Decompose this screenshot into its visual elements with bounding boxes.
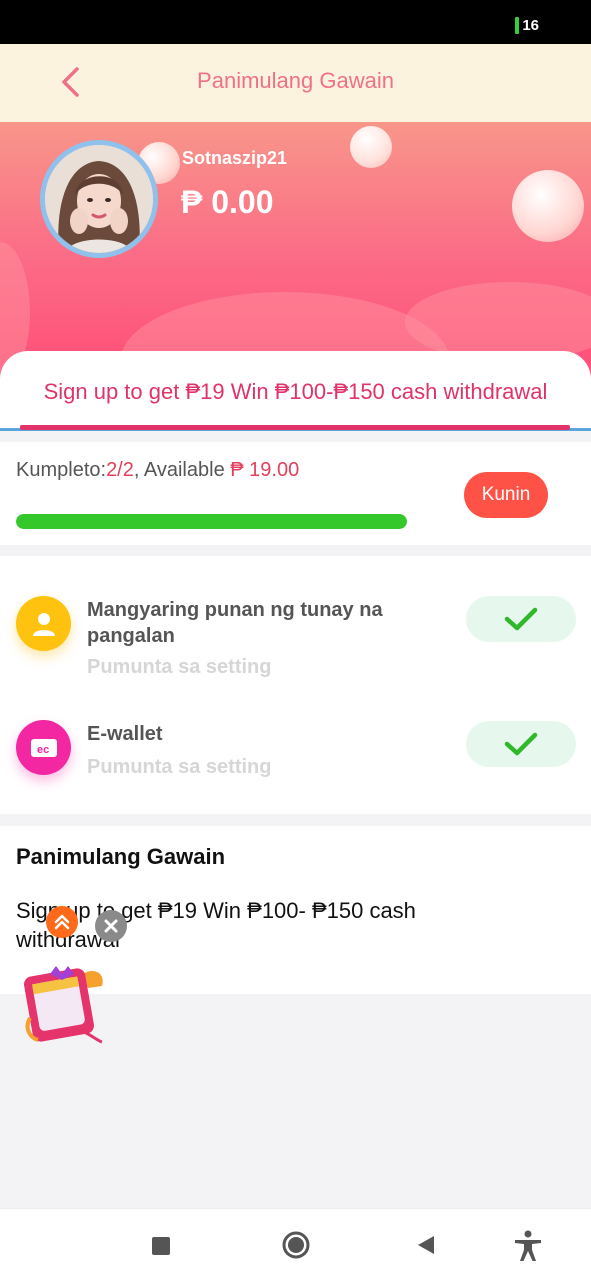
recent-apps-button[interactable] xyxy=(150,1235,172,1257)
battery-indicator: 16 xyxy=(515,17,539,34)
close-floating-button[interactable] xyxy=(95,910,127,942)
tab-bar: Sign up to get ₱19 Win ₱100-₱150 cash wi… xyxy=(0,351,591,431)
scroll-top-button[interactable] xyxy=(46,906,78,938)
claim-button[interactable]: Kunin xyxy=(464,472,548,518)
username: Sotnaszip21 xyxy=(182,148,288,168)
task-subtitle[interactable]: Pumunta sa setting xyxy=(87,756,271,779)
check-icon xyxy=(504,607,538,631)
battery-level: 16 xyxy=(522,17,539,34)
gift-box-icon[interactable] xyxy=(22,958,108,1046)
svg-text:ec: ec xyxy=(37,744,49,756)
task-title: E-wallet xyxy=(87,723,163,745)
square-icon xyxy=(152,1237,170,1255)
wallet-icon: ec xyxy=(16,720,71,775)
status-bar: 16 xyxy=(0,0,591,44)
triangle-left-icon xyxy=(418,1236,434,1254)
battery-icon xyxy=(515,17,520,34)
accessibility-icon xyxy=(515,1230,541,1261)
home-button[interactable] xyxy=(281,1230,311,1260)
task-list: Mangyaring punan ng tunay na pangalan Pu… xyxy=(0,556,591,814)
available-label: , Available xyxy=(133,459,231,481)
avatar-image xyxy=(45,145,153,253)
user-icon xyxy=(16,596,71,651)
system-navigation-bar xyxy=(0,1208,591,1280)
task-title: Mangyaring punan ng tunay na pangalan xyxy=(87,597,383,649)
profile-banner: Sotnaszip21 ₱ 0.00 xyxy=(0,122,591,384)
tab-signup-reward[interactable]: Sign up to get ₱19 Win ₱100-₱150 cash wi… xyxy=(0,379,591,405)
available-amount: ₱ 19.00 xyxy=(230,459,300,481)
progress-bar-fill xyxy=(16,514,407,529)
circle-icon xyxy=(282,1231,310,1259)
task-complete-badge xyxy=(466,596,576,642)
tab-active-indicator xyxy=(20,425,570,430)
decor-bubble xyxy=(350,126,392,168)
avatar[interactable] xyxy=(40,140,158,258)
progress-label: Kumpleto: xyxy=(16,459,107,481)
progress-text: Kumpleto:2/2, Available ₱ 19.00 xyxy=(16,459,299,482)
task-complete-badge xyxy=(466,721,576,767)
double-chevron-up-icon xyxy=(54,914,70,930)
accessibility-button[interactable] xyxy=(512,1229,544,1263)
back-nav-button[interactable] xyxy=(415,1234,437,1256)
close-icon xyxy=(104,919,118,933)
page-title: Panimulang Gawain xyxy=(197,68,394,93)
task-title-line: pangalan xyxy=(87,625,175,647)
check-icon xyxy=(504,732,538,756)
progress-bar xyxy=(16,514,407,529)
progress-count: 2/2 xyxy=(106,459,134,481)
description-title: Panimulang Gawain xyxy=(16,844,226,869)
description-text: Sign up to get ₱19 Win ₱100- ₱150 cash w… xyxy=(16,898,416,952)
header: Panimulang Gawain xyxy=(0,44,591,122)
balance-amount: ₱ 0.00 xyxy=(181,184,274,220)
task-subtitle[interactable]: Pumunta sa setting xyxy=(87,656,271,679)
decor-bubble xyxy=(512,170,584,242)
progress-section: Kumpleto:2/2, Available ₱ 19.00 Kunin xyxy=(0,442,591,545)
task-title-line: Mangyaring punan ng tunay na xyxy=(87,599,383,621)
